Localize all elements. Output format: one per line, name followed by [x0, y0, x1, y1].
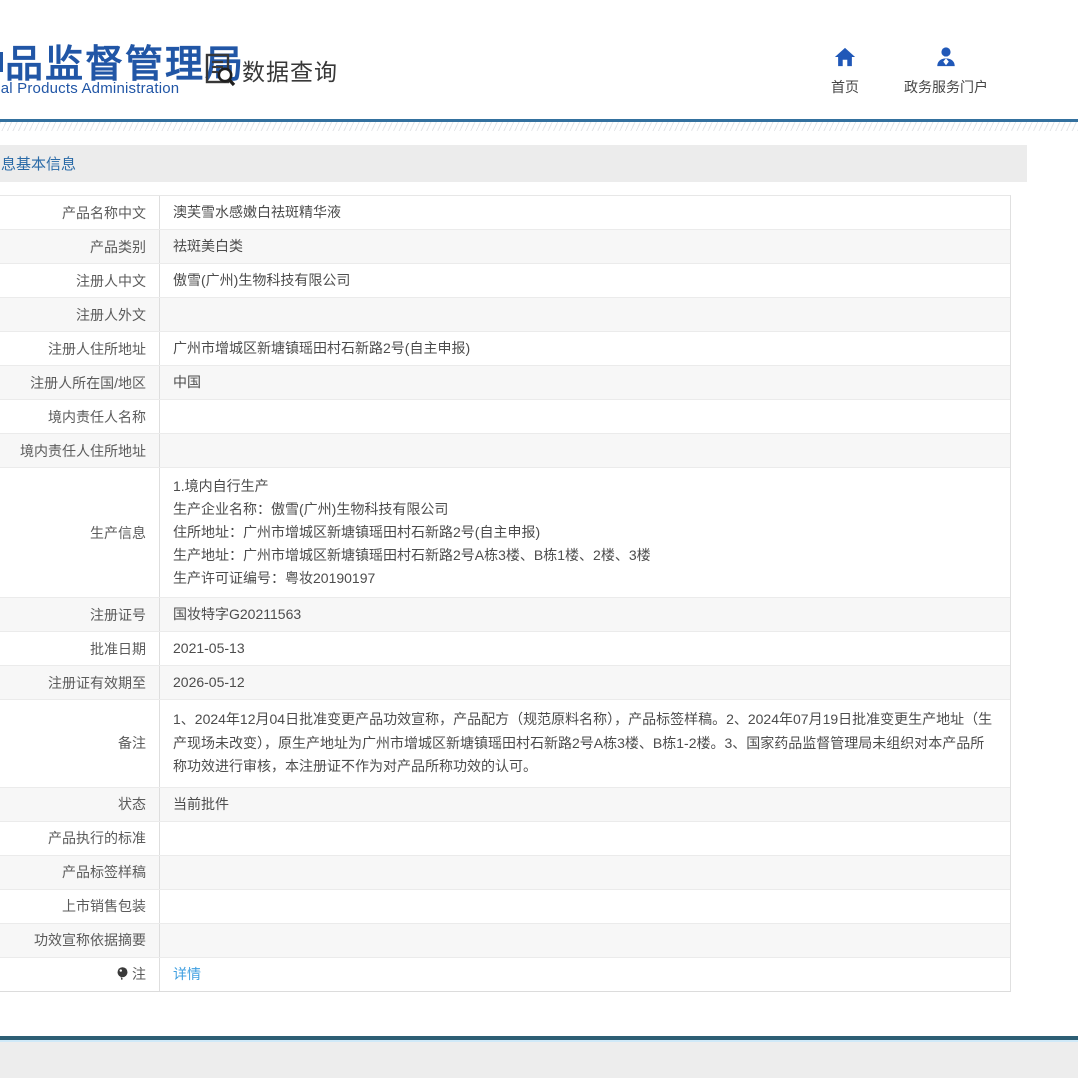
registration-info-table: 产品名称中文 澳芙雪水感嫩白祛斑精华液 产品类别 祛斑美白类 注册人中文 傲雪(…: [0, 195, 1011, 992]
row-value: 当前批件: [160, 788, 1010, 821]
table-row: 产品执行的标准: [0, 822, 1010, 856]
data-query-nav[interactable]: 数据查询: [204, 52, 338, 88]
row-label: 产品类别: [0, 230, 160, 263]
user-icon: [935, 46, 957, 68]
row-value: [160, 822, 1010, 855]
row-value: [160, 890, 1010, 923]
row-label: 注册证号: [0, 598, 160, 631]
row-value: 1.境内自行生产 生产企业名称：傲雪(广州)生物科技有限公司 住所地址：广州市增…: [160, 468, 1010, 597]
row-value: 国妆特字G20211563: [160, 598, 1010, 631]
detail-link[interactable]: 详情: [173, 963, 201, 986]
page-footer: [0, 1036, 1078, 1078]
table-row: 状态 当前批件: [0, 788, 1010, 822]
nav-gov-portal-label: 政务服务门户: [904, 77, 988, 97]
table-row: 上市销售包装: [0, 890, 1010, 924]
row-label: 境内责任人住所地址: [0, 434, 160, 467]
site-logo-english: cal Products Administration: [0, 80, 179, 97]
table-row: 注册证有效期至 2026-05-12: [0, 666, 1010, 700]
row-label: 状态: [0, 788, 160, 821]
row-label: 产品执行的标准: [0, 822, 160, 855]
table-row-note: 注 详情: [0, 958, 1010, 991]
table-row: 注册人外文: [0, 298, 1010, 332]
nav-gov-portal[interactable]: 政务服务门户: [891, 46, 1001, 97]
row-label: 注册人所在国/地区: [0, 366, 160, 399]
row-label: 批准日期: [0, 632, 160, 665]
row-value: 1、2024年12月04日批准变更产品功效宣称，产品配方（规范原料名称），产品标…: [160, 700, 1010, 787]
table-row: 功效宣称依据摘要: [0, 924, 1010, 958]
section-header: 息基本信息: [0, 145, 1027, 182]
table-row: 境内责任人住所地址: [0, 434, 1010, 468]
row-value: 广州市增城区新塘镇瑶田村石新路2号(自主申报): [160, 332, 1010, 365]
row-value: 中国: [160, 366, 1010, 399]
lightbulb-note-icon: [116, 967, 129, 981]
row-value: [160, 856, 1010, 889]
row-label: 产品标签样稿: [0, 856, 160, 889]
site-header: 品监督管理局 cal Products Administration 数据查询 …: [0, 0, 1078, 119]
table-row-production-info: 生产信息 1.境内自行生产 生产企业名称：傲雪(广州)生物科技有限公司 住所地址…: [0, 468, 1010, 598]
row-label: 注册人中文: [0, 264, 160, 297]
table-row: 注册人中文 傲雪(广州)生物科技有限公司: [0, 264, 1010, 298]
row-label: 注册人外文: [0, 298, 160, 331]
section-title: 息基本信息: [1, 153, 76, 174]
note-label: 注: [132, 964, 146, 984]
table-row: 批准日期 2021-05-13: [0, 632, 1010, 666]
row-label: 注: [0, 958, 160, 991]
row-label: 境内责任人名称: [0, 400, 160, 433]
row-label: 上市销售包装: [0, 890, 160, 923]
row-label: 注册人住所地址: [0, 332, 160, 365]
decorative-hatch-band: [0, 122, 1078, 131]
production-line: 住所地址：广州市增城区新塘镇瑶田村石新路2号(自主申报): [173, 521, 994, 544]
data-query-label: 数据查询: [242, 53, 338, 87]
row-label: 注册证有效期至: [0, 666, 160, 699]
row-label: 备注: [0, 700, 160, 787]
production-line: 生产许可证编号：粤妆20190197: [173, 567, 994, 590]
table-row: 境内责任人名称: [0, 400, 1010, 434]
production-line: 1.境内自行生产: [173, 475, 994, 498]
table-row: 注册人住所地址 广州市增城区新塘镇瑶田村石新路2号(自主申报): [0, 332, 1010, 366]
production-line: 生产企业名称：傲雪(广州)生物科技有限公司: [173, 498, 994, 521]
production-line: 生产地址：广州市增城区新塘镇瑶田村石新路2号A栋3楼、B栋1楼、2楼、3楼: [173, 544, 994, 567]
row-value: [160, 400, 1010, 433]
row-value: 傲雪(广州)生物科技有限公司: [160, 264, 1010, 297]
row-value: [160, 298, 1010, 331]
table-row: 产品类别 祛斑美白类: [0, 230, 1010, 264]
row-label: 功效宣称依据摘要: [0, 924, 160, 957]
nav-home[interactable]: 首页: [790, 46, 900, 97]
footer-background: [0, 1042, 1078, 1078]
row-value: [160, 434, 1010, 467]
row-label: 生产信息: [0, 468, 160, 597]
row-value: 澳芙雪水感嫩白祛斑精华液: [160, 196, 1010, 229]
table-row: 产品名称中文 澳芙雪水感嫩白祛斑精华液: [0, 196, 1010, 230]
row-value: 祛斑美白类: [160, 230, 1010, 263]
nav-home-label: 首页: [831, 77, 859, 97]
logo-clipped-glyph: [0, 52, 3, 72]
row-value: 2026-05-12: [160, 666, 1010, 699]
document-search-icon: [204, 53, 236, 87]
table-row: 注册证号 国妆特字G20211563: [0, 598, 1010, 632]
table-row-remarks: 备注 1、2024年12月04日批准变更产品功效宣称，产品配方（规范原料名称），…: [0, 700, 1010, 788]
row-value: 2021-05-13: [160, 632, 1010, 665]
row-value: 详情: [160, 958, 1010, 991]
home-icon: [834, 46, 856, 68]
row-label: 产品名称中文: [0, 196, 160, 229]
table-row: 注册人所在国/地区 中国: [0, 366, 1010, 400]
row-value: [160, 924, 1010, 957]
table-row: 产品标签样稿: [0, 856, 1010, 890]
